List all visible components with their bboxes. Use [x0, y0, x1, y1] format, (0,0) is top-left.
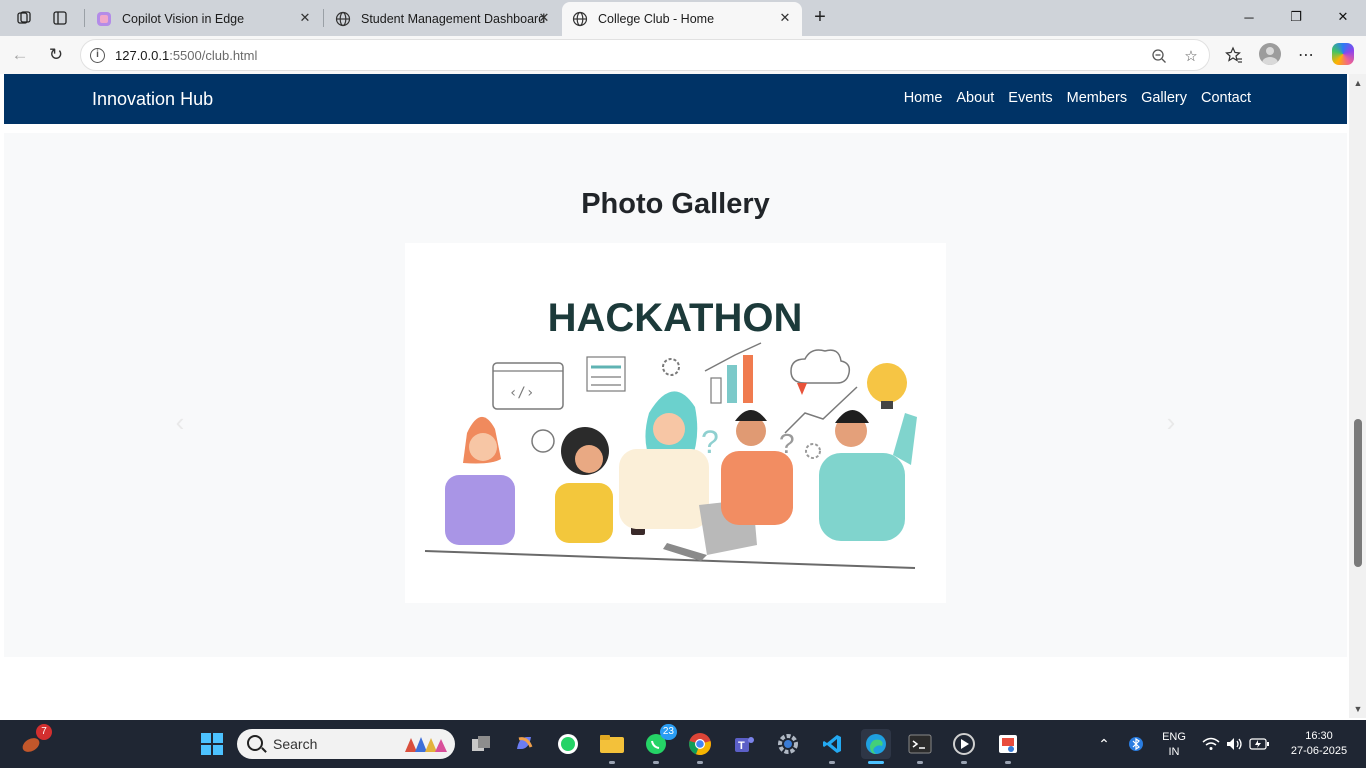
snipping-tool-icon[interactable] [993, 729, 1023, 764]
taskbar-search-label: Search [273, 736, 318, 752]
tab-copilot-vision[interactable]: Copilot Vision in Edge ✕ [86, 2, 322, 36]
page-viewport: Innovation Hub Home About Events Members… [0, 74, 1366, 718]
tab-college-club[interactable]: College Club - Home ✕ [562, 2, 802, 36]
zoom-icon[interactable] [1149, 46, 1169, 66]
volume-icon[interactable] [1225, 734, 1245, 754]
tab-student-dashboard[interactable]: Student Management Dashboard ✕ [325, 2, 561, 36]
terminal-icon[interactable] [905, 729, 935, 764]
address-toolbar: ← ↻ i 127.0.0.1:5500/club.html ☆ ⋯ [0, 36, 1366, 74]
url-path: :5500/club.html [169, 48, 258, 63]
copilot-app-icon[interactable] [509, 729, 539, 759]
search-icon [247, 735, 263, 751]
gallery-section: Photo Gallery ‹ › HACKATHON ‹/› ? ? [4, 133, 1347, 657]
close-window-icon[interactable]: ✕ [1320, 4, 1366, 30]
windows-taskbar: 7 Search 23 T ⌃ ENG IN 16:30 27-06-2025 [0, 720, 1366, 768]
widgets-icon[interactable]: 7 [16, 724, 52, 759]
tab-title: College Club - Home [598, 12, 715, 26]
bluetooth-icon[interactable] [1126, 734, 1146, 754]
search-highlight-icon [405, 737, 447, 752]
favorites-icon[interactable] [1222, 44, 1246, 66]
wifi-icon[interactable] [1201, 734, 1221, 754]
slide-heading: HACKATHON [548, 296, 803, 340]
clock-time: 16:30 [1305, 730, 1333, 742]
svg-text:T: T [738, 740, 745, 752]
media-player-icon[interactable] [949, 729, 979, 764]
whatsapp-badge: 23 [659, 724, 677, 740]
url-host: 127.0.0.1 [115, 48, 170, 63]
start-windows-icon[interactable] [197, 729, 227, 759]
vertical-tabs-icon[interactable] [47, 6, 73, 30]
site-brand[interactable]: Innovation Hub [92, 89, 213, 110]
hackathon-illustration: HACKATHON ‹/› ? ? [424, 296, 917, 569]
teams-icon[interactable]: T [729, 729, 759, 759]
battery-charging-icon[interactable] [1249, 734, 1269, 754]
svg-text:‹/›: ‹/› [509, 385, 534, 401]
whatsapp-icon[interactable]: 23 [641, 724, 677, 764]
task-view-icon[interactable] [466, 729, 496, 759]
close-tab-icon[interactable]: ✕ [535, 9, 553, 27]
language-indicator[interactable]: ENG IN [1158, 730, 1190, 760]
carousel-prev-icon[interactable]: ‹ [165, 407, 195, 437]
nav-link-gallery[interactable]: Gallery [1141, 90, 1187, 106]
restore-icon[interactable]: ❐ [1273, 4, 1319, 30]
close-tab-icon[interactable]: ✕ [296, 9, 314, 27]
vscode-icon[interactable] [817, 729, 847, 764]
edge-icon[interactable] [861, 729, 891, 764]
workspaces-icon[interactable] [11, 6, 37, 30]
taskbar-search-input[interactable]: Search [237, 729, 455, 759]
minimize-icon[interactable]: ─ [1226, 4, 1272, 30]
profile-avatar[interactable] [1259, 43, 1281, 65]
gallery-title: Photo Gallery [581, 188, 770, 220]
page-scrollbar[interactable]: ▲ ▼ [1349, 74, 1366, 718]
tab-title: Copilot Vision in Edge [122, 12, 245, 26]
chrome-icon[interactable] [685, 729, 715, 764]
new-tab-button[interactable]: + [808, 5, 832, 29]
settings-gear-icon[interactable] [773, 729, 803, 759]
scroll-thumb[interactable] [1354, 419, 1362, 567]
clock-date: 27-06-2025 [1290, 745, 1348, 757]
url-input[interactable]: i 127.0.0.1:5500/club.html ☆ [80, 39, 1210, 71]
nav-link-events[interactable]: Events [1008, 90, 1052, 106]
language-region: IN [1168, 746, 1180, 758]
nav-link-about[interactable]: About [956, 90, 994, 106]
browser-tab-bar: Copilot Vision in Edge ✕ Student Managem… [0, 0, 1366, 36]
site-info-icon[interactable]: i [90, 48, 105, 63]
back-icon[interactable]: ← [6, 42, 34, 68]
widgets-badge: 7 [36, 724, 52, 740]
favorite-star-icon[interactable]: ☆ [1181, 46, 1201, 66]
scroll-up-arrow-icon[interactable]: ▲ [1353, 78, 1363, 88]
carousel-next-icon[interactable]: › [1156, 407, 1186, 437]
globe-icon [335, 11, 351, 27]
gallery-carousel[interactable]: ‹ › HACKATHON ‹/› ? ? [176, 243, 1175, 603]
more-options-icon[interactable]: ⋯ [1294, 44, 1318, 66]
whatsapp-business-icon[interactable] [553, 729, 583, 759]
site-navbar: Innovation Hub Home About Events Members… [4, 74, 1347, 124]
nav-link-contact[interactable]: Contact [1201, 90, 1251, 106]
tab-title: Student Management Dashboard [361, 12, 546, 26]
nav-link-home[interactable]: Home [904, 90, 943, 106]
language-code: ENG [1162, 731, 1186, 743]
site-nav-links: Home About Events Members Gallery Contac… [904, 90, 1251, 106]
show-hidden-icons-chevron-icon[interactable]: ⌃ [1094, 734, 1114, 754]
globe-icon [572, 11, 588, 27]
copilot-icon[interactable] [1332, 43, 1354, 65]
refresh-icon[interactable]: ↻ [42, 42, 70, 68]
copilot-favicon-icon [96, 11, 112, 27]
file-explorer-icon[interactable] [597, 729, 627, 764]
close-tab-icon[interactable]: ✕ [776, 9, 794, 27]
nav-link-members[interactable]: Members [1067, 90, 1127, 106]
system-clock[interactable]: 16:30 27-06-2025 [1281, 729, 1357, 759]
scroll-down-arrow-icon[interactable]: ▼ [1353, 704, 1363, 714]
